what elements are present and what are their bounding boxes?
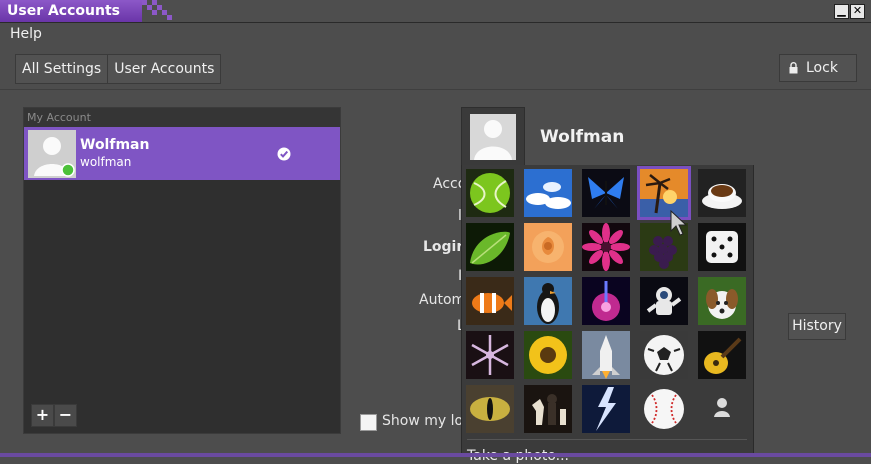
toolbar: All Settings User Accounts Lock (0, 47, 871, 90)
account-name: Wolfman (80, 137, 150, 153)
breadcrumb: All Settings User Accounts (15, 54, 222, 84)
picture-plasma[interactable] (582, 277, 630, 325)
title-bar: User Accounts ▁ ✕ (0, 0, 871, 22)
picture-coffee[interactable] (698, 169, 746, 217)
picture-generic-person[interactable] (698, 385, 746, 433)
mouse-cursor-icon (670, 210, 688, 236)
close-button[interactable]: ✕ (850, 4, 865, 19)
picture-baseball[interactable] (640, 385, 688, 433)
picture-soccer-ball[interactable] (640, 331, 688, 379)
remove-account-button[interactable]: − (54, 404, 77, 427)
picture-shuttle[interactable] (582, 331, 630, 379)
picture-tennis-ball[interactable] (466, 169, 514, 217)
breadcrumb-user-accounts[interactable]: User Accounts (107, 55, 220, 83)
picture-chooser-popup: Take a photo... (461, 165, 754, 464)
person-icon (470, 114, 516, 160)
section-my-account: My Account (24, 108, 340, 127)
picture-dice[interactable] (698, 223, 746, 271)
picture-flower[interactable] (582, 223, 630, 271)
picture-clouds[interactable] (524, 169, 572, 217)
show-login-checkbox[interactable] (360, 414, 377, 431)
picture-guitar[interactable] (698, 331, 746, 379)
account-username: wolfman (80, 155, 132, 169)
list-item[interactable]: Wolfman wolfman (24, 127, 340, 180)
check-icon (277, 147, 291, 161)
picture-lightning[interactable] (582, 385, 630, 433)
add-account-button[interactable]: + (31, 404, 54, 427)
lock-button[interactable]: Lock (779, 54, 857, 82)
popup-divider (467, 439, 747, 440)
picture-leaf[interactable] (466, 223, 514, 271)
menu-bar: Help (0, 23, 871, 47)
lock-icon (789, 62, 798, 74)
window-frame-bottom (0, 453, 871, 457)
menu-help[interactable]: Help (10, 26, 42, 42)
picture-cat-eye[interactable] (466, 385, 514, 433)
account-picture-button[interactable] (461, 107, 525, 167)
account-display-name[interactable]: Wolfman (540, 127, 624, 147)
picture-rose[interactable] (524, 223, 572, 271)
online-status-icon (61, 163, 75, 177)
window-title: User Accounts (0, 0, 142, 22)
automatic-login-label: Autom (419, 292, 466, 308)
picture-penguin[interactable] (524, 277, 572, 325)
picture-butterfly[interactable] (582, 169, 630, 217)
picture-astronaut[interactable] (640, 277, 688, 325)
picture-clownfish[interactable] (466, 277, 514, 325)
picture-sunflower[interactable] (524, 331, 572, 379)
avatar (28, 130, 76, 178)
picture-chess[interactable] (524, 385, 572, 433)
picture-snowflake[interactable] (466, 331, 514, 379)
minimize-button[interactable]: ▁ (834, 4, 849, 19)
account-list: My Account Wolfman wolfman + − (23, 107, 341, 434)
title-decoration (142, 0, 174, 22)
show-login-label: Show my log (382, 413, 472, 429)
account-list-toolbar: + − (24, 399, 340, 433)
breadcrumb-all-settings[interactable]: All Settings (16, 55, 107, 83)
history-button[interactable]: History (788, 313, 846, 340)
picture-dog[interactable] (698, 277, 746, 325)
login-options-label: Login (423, 239, 467, 255)
lock-label: Lock (806, 60, 838, 76)
